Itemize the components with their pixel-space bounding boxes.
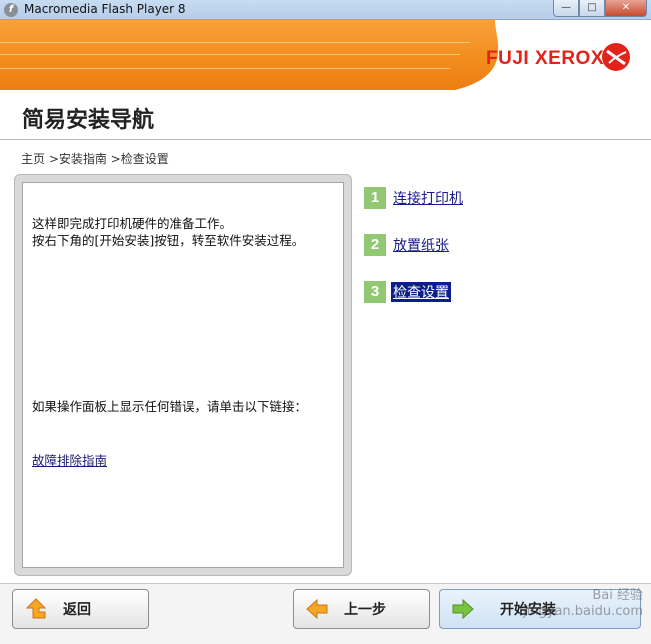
- close-icon[interactable]: ✕: [605, 0, 647, 17]
- step-link-connect-printer[interactable]: 连接打印机: [393, 188, 463, 208]
- brand-logo: FUJI XEROX: [486, 48, 604, 69]
- back-button-label: 返回: [63, 602, 91, 618]
- window-controls: — □ ✕: [553, 0, 647, 18]
- watermark-line-1: Bai 经验: [592, 588, 643, 603]
- flash-icon: f: [4, 3, 18, 17]
- breadcrumb: 主页 >安装指南 >检查设置: [21, 152, 169, 166]
- page-title: 简易安装导航: [22, 108, 155, 133]
- troubleshoot-link[interactable]: 故障排除指南: [32, 450, 107, 469]
- error-text: 如果操作面板上显示任何错误，请单击以下链接：: [32, 399, 308, 414]
- step-item-3[interactable]: 3 检查设置: [364, 281, 451, 303]
- step-number: 3: [364, 281, 386, 303]
- step-number: 1: [364, 187, 386, 209]
- step-item-1[interactable]: 1 连接打印机: [364, 187, 463, 209]
- info-text-1: 这样即完成打印机硬件的准备工作。: [32, 216, 233, 231]
- previous-button-label: 上一步: [344, 602, 386, 618]
- step-link-check-settings[interactable]: 检查设置: [391, 282, 451, 302]
- info-panel-content: 这样即完成打印机硬件的准备工作。 按右下角的[开始安装]按钮，转至软件安装过程。…: [22, 182, 344, 568]
- info-panel: 这样即完成打印机硬件的准备工作。 按右下角的[开始安装]按钮，转至软件安装过程。…: [14, 174, 352, 576]
- arrow-left-icon: [306, 598, 328, 620]
- maximize-icon[interactable]: □: [579, 0, 605, 17]
- arrow-right-icon: [452, 598, 474, 620]
- back-button[interactable]: 返回: [12, 589, 149, 629]
- header-banner: FUJI XEROX: [0, 20, 651, 90]
- watermark-line-2: jingyan.baidu.com: [523, 604, 643, 619]
- title-divider: [0, 139, 651, 140]
- xerox-ball-icon: [602, 43, 630, 71]
- window-title: Macromedia Flash Player 8: [24, 2, 186, 16]
- watermark: Bai 经验 jingyan.baidu.com: [523, 588, 643, 620]
- return-arrow-icon: [25, 598, 47, 619]
- minimize-icon[interactable]: —: [553, 0, 579, 17]
- info-text-2: 按右下角的[开始安装]按钮，转至软件安装过程。: [32, 233, 305, 248]
- step-link-load-paper[interactable]: 放置纸张: [393, 235, 449, 255]
- window-titlebar[interactable]: f Macromedia Flash Player 8 — □ ✕: [0, 0, 651, 20]
- step-item-2[interactable]: 2 放置纸张: [364, 234, 449, 256]
- previous-button[interactable]: 上一步: [293, 589, 430, 629]
- step-number: 2: [364, 234, 386, 256]
